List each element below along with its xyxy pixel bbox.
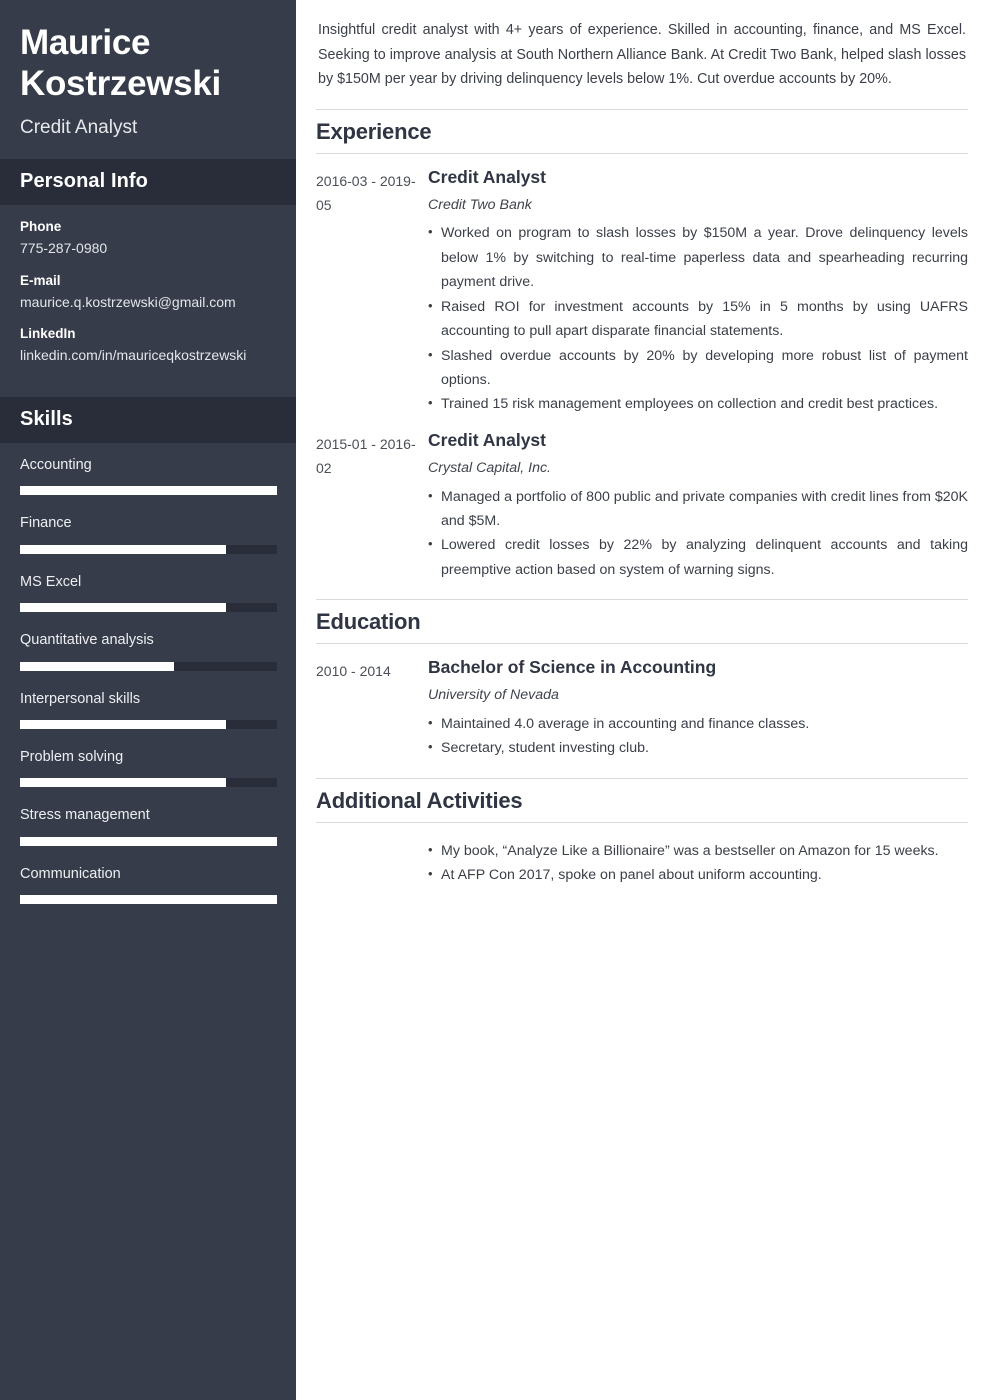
skill-item: Communication [20,865,277,905]
entry-dates: 2016-03 - 2019-05 [316,172,416,213]
entry-bullet: Managed a portfolio of 800 public and pr… [428,485,968,534]
skill-label: Interpersonal skills [20,690,141,707]
resume-entry: 2010 - 2014 Bachelor of Science in Accoun… [316,644,968,761]
sidebar: Maurice Kostrzewski Credit Analyst Perso… [0,0,296,1400]
entry-title: Bachelor of Science in Accounting [428,657,717,678]
skill-level-fill [20,895,277,905]
entry-title: Credit Analyst [428,166,546,187]
skill-level-bar [20,778,277,788]
experience-entries: 2016-03 - 2019-05 Credit Analyst Credit Tw… [316,154,968,583]
entry-dates: 2010 - 2014 [316,663,391,680]
entry-bullet-list: Managed a portfolio of 800 public and pr… [428,485,968,583]
entry-bullet: Slashed overdue accounts by 20% by devel… [428,344,968,393]
skill-item: Problem solving [20,748,277,788]
skill-level-fill [20,544,226,554]
resume-entry: 2015-01 - 2016-02 Credit Analyst Crystal C… [316,417,968,582]
experience-section-header: Experience [316,108,968,154]
additional-activities-title: Additional Activities [316,787,523,813]
education-section-header: Education [316,599,968,645]
skill-level-fill [20,603,226,613]
entry-organization: Crystal Capital, Inc. [428,459,551,476]
contact-item: Phone 775-287-0980 [20,219,276,257]
skill-level-bar [20,544,277,554]
skill-label: Stress management [20,807,150,824]
entry-bullet-list: Worked on program to slash losses by $15… [428,221,968,416]
skills-heading: Skills [20,407,73,430]
skill-label: Accounting [20,456,92,473]
skill-label: MS Excel [20,573,82,590]
education-title: Education [316,609,421,635]
skill-level-fill [20,719,226,729]
resume-entry: 2016-03 - 2019-05 Credit Analyst Credit Tw… [316,154,968,417]
entry-body: Bachelor of Science in Accounting Univers… [428,657,968,761]
education-section: Education 2010 - 2014 Bachelor of Science… [316,599,968,761]
skill-level-fill [20,778,226,788]
entry-body: Credit Analyst Credit Two Bank Worked on p… [428,167,968,417]
skill-level-bar [20,895,277,905]
skills-header: Skills [0,396,296,443]
professional-summary: Insightful credit analyst with 4+ years … [318,22,966,88]
additional-activities-section-header: Additional Activities [316,777,968,823]
entry-body: Credit Analyst Crystal Capital, Inc. Manag… [428,430,968,582]
entry-dates: 2015-01 - 2016-02 [316,435,416,476]
candidate-name: Maurice Kostrzewski [20,23,221,104]
personal-info-body: Phone 775-287-0980 E-mail maurice.q.kostrze… [0,205,296,397]
skills-body: Accounting Finance MS Excel Quantitative an… [0,443,296,922]
skill-label: Quantitative analysis [20,632,154,649]
entry-bullet: Worked on program to slash losses by $15… [428,221,968,294]
skill-level-bar [20,836,277,846]
activities-date-spacer [316,833,428,888]
contact-item: E-mail maurice.q.kostrzewski@gmail.com [20,273,276,311]
entry-bullet: Lowered credit losses by 22% by analyzin… [428,533,968,582]
skill-label: Communication [20,865,121,882]
entry-bullet: Secretary, student investing club. [428,736,968,760]
entry-bullet: Raised ROI for investment accounts by 15… [428,295,968,344]
skill-item: Accounting [20,456,277,496]
additional-activities-row: My book, “Analyze Like a Billionaire” wa… [316,823,968,888]
skill-item: Finance [20,515,277,554]
skill-level-fill [20,661,175,671]
identity-block: Maurice Kostrzewski Credit Analyst [0,0,296,159]
resume-page: Maurice Kostrzewski Credit Analyst Perso… [0,0,990,1400]
additional-activities-section: Additional Activities My book, “Analyze … [316,777,968,888]
skill-label: Finance [20,515,72,532]
candidate-job-title: Credit Analyst [20,116,138,138]
skill-level-bar [20,486,277,496]
skill-item: Stress management [20,807,277,846]
entry-bullet: Maintained 4.0 average in accounting and… [428,712,968,736]
contact-value[interactable]: linkedin.com/in/mauriceqkostrzewski [20,346,276,364]
skill-level-fill [20,836,277,846]
contact-label: LinkedIn [20,325,76,341]
contact-item: LinkedIn linkedin.com/in/mauriceqkostrzew… [20,326,276,364]
skill-item: Quantitative analysis [20,632,277,671]
additional-activities-list: My book, “Analyze Like a Billionaire” wa… [428,839,939,888]
education-entries: 2010 - 2014 Bachelor of Science in Accoun… [316,644,968,761]
activity-bullet: My book, “Analyze Like a Billionaire” wa… [428,839,939,863]
experience-section: Experience 2016-03 - 2019-05 Credit Analy… [316,108,968,583]
entry-bullet-list: Maintained 4.0 average in accounting and… [428,712,968,761]
contact-label: Phone [20,219,62,235]
skill-item: Interpersonal skills [20,690,277,729]
skill-level-bar [20,719,277,729]
main-column: Insightful credit analyst with 4+ years … [296,0,990,1400]
contact-label: E-mail [20,272,61,288]
skill-level-bar [20,661,277,671]
entry-organization: University of Nevada [428,687,559,704]
skill-item: MS Excel [20,573,277,613]
contact-value[interactable]: 775-287-0980 [20,239,276,257]
entry-organization: Credit Two Bank [428,196,532,213]
skill-level-bar [20,603,277,613]
personal-info-heading: Personal Info [20,170,148,193]
activity-bullet: At AFP Con 2017, spoke on panel about un… [428,863,939,887]
personal-info-header: Personal Info [0,159,296,206]
contact-value[interactable]: maurice.q.kostrzewski@gmail.com [20,293,276,311]
entry-bullet: Trained 15 risk management employees on … [428,392,968,416]
skill-level-fill [20,486,277,496]
entry-title: Credit Analyst [428,429,546,450]
skill-label: Problem solving [20,748,124,765]
experience-title: Experience [316,118,432,144]
